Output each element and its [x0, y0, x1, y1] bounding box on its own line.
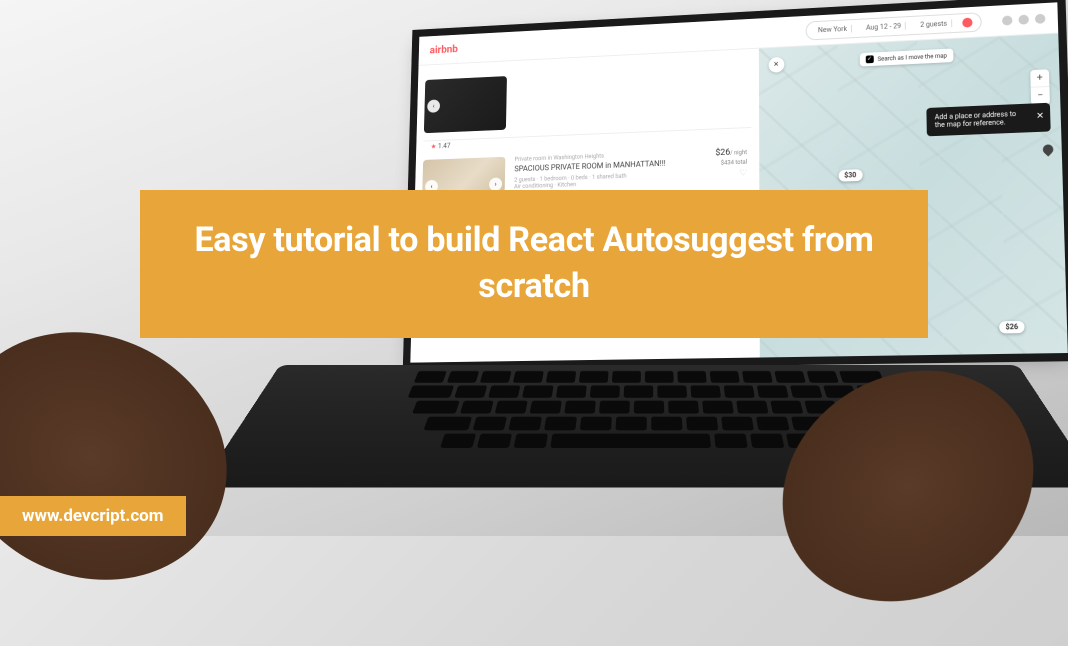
- close-icon[interactable]: ×: [768, 57, 784, 73]
- checkbox-icon[interactable]: ✓: [866, 55, 874, 63]
- carousel-next-icon[interactable]: ›: [489, 177, 502, 191]
- avatar[interactable]: [1035, 13, 1046, 23]
- map-pin-icon[interactable]: [1043, 144, 1056, 156]
- map-tooltip: Add a place or address to the map for re…: [926, 103, 1050, 136]
- star-icon: ★: [431, 143, 437, 151]
- close-icon[interactable]: ✕: [1036, 112, 1044, 123]
- search-guests: 2 guests: [916, 19, 952, 29]
- page-title: Easy tutorial to build React Autosuggest…: [180, 218, 888, 310]
- rating-value: 1.47: [438, 142, 451, 150]
- globe-icon[interactable]: [1002, 15, 1013, 25]
- listing-price: $26/ night $434 total: [715, 147, 747, 167]
- menu-icon[interactable]: [1018, 14, 1029, 24]
- search-icon[interactable]: [962, 17, 972, 27]
- favorite-icon[interactable]: ♡: [739, 168, 747, 178]
- site-watermark: www.devcript.com: [0, 496, 186, 536]
- map-price-pin[interactable]: $26: [999, 321, 1025, 334]
- map-search-toggle[interactable]: ✓ Search as I move the map: [860, 48, 954, 66]
- listing-thumbnail: ‹: [424, 76, 507, 133]
- search-bar[interactable]: New York Aug 12 - 29 2 guests: [805, 12, 982, 40]
- map-toggle-label: Search as I move the map: [878, 52, 948, 62]
- search-location: New York: [814, 24, 852, 34]
- listing-row[interactable]: ‹: [424, 57, 751, 142]
- title-banner: Easy tutorial to build React Autosuggest…: [140, 190, 928, 338]
- carousel-prev-icon[interactable]: ‹: [427, 99, 440, 112]
- header-icons: [1002, 13, 1046, 25]
- map-zoom-controls: + −: [1030, 69, 1050, 105]
- search-dates: Aug 12 - 29: [862, 22, 906, 32]
- map-price-pin[interactable]: $30: [838, 169, 862, 182]
- brand-logo: airbnb: [430, 43, 459, 56]
- zoom-in-button[interactable]: +: [1030, 69, 1049, 88]
